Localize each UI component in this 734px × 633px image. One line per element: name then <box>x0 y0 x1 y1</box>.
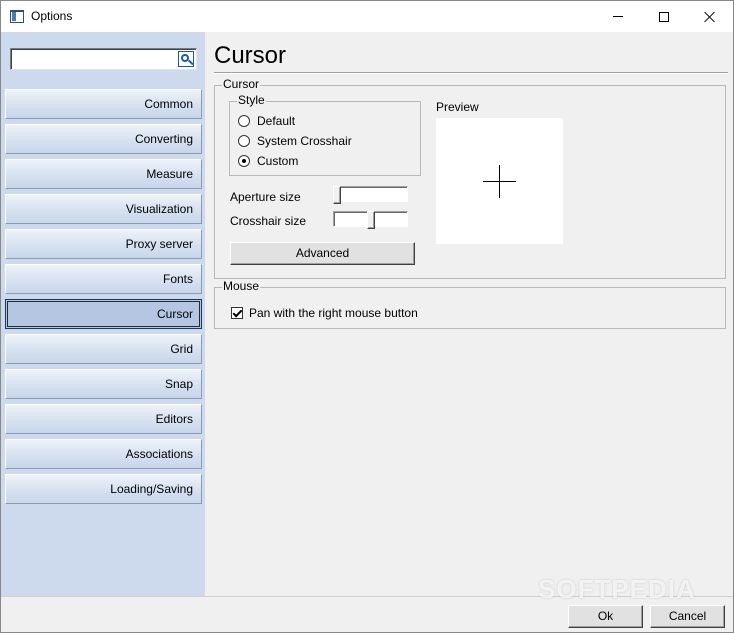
maximize-icon <box>659 11 669 22</box>
sidebar-item-label: Fonts <box>162 272 193 286</box>
sidebar-item-fonts[interactable]: Fonts <box>5 264 202 294</box>
window-title: Options <box>31 9 73 23</box>
radio-label: System Crosshair <box>257 134 352 148</box>
sidebar-item-label: Measure <box>146 167 193 181</box>
radio-default[interactable]: Default <box>238 114 295 128</box>
advanced-button[interactable]: Advanced <box>230 242 415 265</box>
pan-right-mouse-label: Pan with the right mouse button <box>249 306 418 320</box>
sidebar-item-label: Editors <box>155 412 193 426</box>
cursor-preview <box>436 118 563 244</box>
sidebar-item-snap[interactable]: Snap <box>5 369 202 399</box>
sidebar-item-visualization[interactable]: Visualization <box>5 194 202 224</box>
sidebar-item-converting[interactable]: Converting <box>5 124 202 154</box>
minimize-button[interactable] <box>595 1 641 32</box>
minimize-icon <box>613 16 623 17</box>
title-bar[interactable]: Options <box>1 1 733 32</box>
title-divider <box>214 72 728 74</box>
style-group-title: Style <box>237 93 266 107</box>
app-window-icon <box>10 10 24 23</box>
radio-label: Default <box>257 114 296 128</box>
radio-button[interactable] <box>238 135 250 147</box>
sidebar-item-proxy-server[interactable]: Proxy server <box>5 229 202 259</box>
sidebar-item-loading-saving[interactable]: Loading/Saving <box>5 474 202 504</box>
sidebar-item-label: Grid <box>170 342 193 356</box>
sidebar-item-associations[interactable]: Associations <box>5 439 202 469</box>
slider-thumb[interactable] <box>367 211 375 229</box>
cursor-group: Cursor Style Default System Crosshair Cu… <box>214 77 726 279</box>
mouse-group-title: Mouse <box>222 279 261 293</box>
aperture-size-slider[interactable] <box>333 186 408 204</box>
close-icon <box>704 11 716 23</box>
sidebar-item-label: Visualization <box>125 202 193 216</box>
crosshair-size-label: Crosshair size <box>230 214 307 228</box>
sidebar-item-label: Common <box>144 97 193 111</box>
radio-label: Custom <box>257 154 299 168</box>
style-group: Style Default System Crosshair Custom <box>229 93 421 176</box>
cancel-button[interactable]: Cancel <box>650 605 725 628</box>
page-title: Cursor <box>214 42 287 69</box>
cursor-group-title: Cursor <box>222 77 261 91</box>
crosshair-size-slider[interactable] <box>333 211 408 229</box>
radio-system-crosshair[interactable]: System Crosshair <box>238 134 352 148</box>
mouse-group: Mouse Pan with the right mouse button <box>214 279 726 329</box>
maximize-button[interactable] <box>641 1 687 32</box>
ok-button[interactable]: Ok <box>568 605 643 628</box>
sidebar-item-common[interactable]: Common <box>5 89 202 119</box>
sidebar-item-measure[interactable]: Measure <box>5 159 202 189</box>
slider-thumb[interactable] <box>333 186 341 204</box>
aperture-size-label: Aperture size <box>230 190 301 204</box>
pan-right-mouse-checkbox[interactable] <box>231 307 243 319</box>
search-icon[interactable] <box>178 51 194 67</box>
options-window: Options Common Converting Measure Visual… <box>0 0 734 633</box>
radio-button[interactable] <box>238 155 250 167</box>
sidebar-item-label: Proxy server <box>125 237 193 251</box>
radio-button[interactable] <box>238 115 250 127</box>
close-button[interactable] <box>687 1 733 32</box>
sidebar-item-label: Loading/Saving <box>110 482 193 496</box>
sidebar-item-label: Converting <box>134 132 193 146</box>
sidebar-item-label: Snap <box>164 377 193 391</box>
radio-custom[interactable]: Custom <box>238 154 298 168</box>
preview-label: Preview <box>436 100 479 114</box>
pan-right-mouse-option[interactable]: Pan with the right mouse button <box>231 306 418 320</box>
search-input[interactable] <box>10 48 197 70</box>
sidebar-item-label: Cursor <box>156 307 193 321</box>
sidebar-item-label: Associations <box>125 447 193 461</box>
settings-panel: Cursor Cursor Style Default System Cross… <box>205 32 733 596</box>
sidebar-item-grid[interactable]: Grid <box>5 334 202 364</box>
sidebar-item-cursor[interactable]: Cursor <box>5 299 202 329</box>
sidebar: Common Converting Measure Visualization … <box>1 32 205 596</box>
softpedia-watermark: SOFTPEDIA <box>538 574 696 604</box>
sidebar-item-editors[interactable]: Editors <box>5 404 202 434</box>
